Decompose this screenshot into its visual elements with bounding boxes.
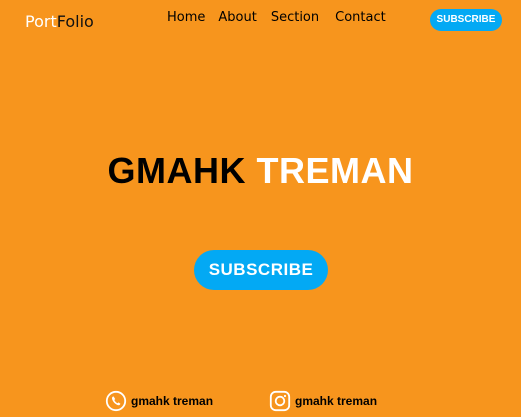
hero-subscribe-button[interactable]: SUBSCRIBE bbox=[194, 250, 328, 290]
logo-part-folio: Folio bbox=[56, 12, 94, 31]
hero-name-last: TREMAN bbox=[256, 150, 414, 191]
instagram-contact-label: gmahk treman bbox=[295, 394, 378, 408]
phone-contact-label: gmahk treman bbox=[131, 394, 214, 408]
nav-contact[interactable]: Contact bbox=[335, 9, 386, 27]
hero-name-first: GMAHK bbox=[107, 150, 246, 191]
phone-contact[interactable]: gmahk treman bbox=[105, 389, 213, 413]
hero-title: GMAHK TREMAN bbox=[0, 149, 521, 193]
header-subscribe-button[interactable]: SUBSCRIBE bbox=[430, 9, 502, 31]
nav-section[interactable]: Section bbox=[271, 9, 319, 27]
logo-part-port: Port bbox=[25, 12, 57, 31]
nav-about[interactable]: About bbox=[218, 9, 256, 27]
instagram-contact[interactable]: gmahk treman bbox=[269, 389, 377, 413]
phone-icon bbox=[105, 390, 127, 412]
logo[interactable]: PortFolio bbox=[25, 12, 94, 32]
instagram-icon bbox=[269, 390, 291, 412]
main-nav: Home About Section Contact bbox=[167, 9, 386, 27]
nav-home[interactable]: Home bbox=[167, 9, 205, 27]
